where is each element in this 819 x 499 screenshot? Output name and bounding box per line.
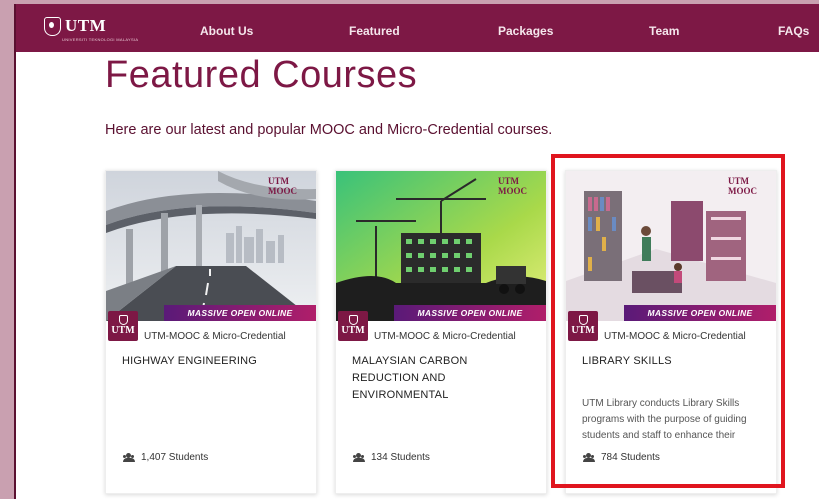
intro-text: Here are our latest and popular MOOC and… [105, 122, 553, 138]
student-count-label: 1,407 Students [141, 452, 209, 463]
utm-mooc-badge: UTM MOOC [498, 176, 527, 196]
utm-provider-logo: UTM [108, 311, 138, 341]
mooc-ribbon: MASSIVE OPEN ONLINE LEARNING [394, 305, 546, 321]
users-icon [352, 453, 366, 462]
course-title[interactable]: MALAYSIAN CARBON REDUCTION AND ENVIRONME… [352, 353, 537, 404]
course-provider: UTM-MOOC & Micro-Credential [144, 331, 286, 342]
student-count-label: 134 Students [371, 452, 430, 463]
page-title: Featured Courses [105, 54, 418, 96]
browser-viewport: UTM UNIVERSITI TEKNOLOGI MALAYSIA About … [14, 4, 819, 499]
construction-illustration: UTMMOOC MASSIVE OPEN ONLINE LEARNING [336, 171, 546, 321]
course-title[interactable]: HIGHWAY ENGINEERING [122, 353, 307, 370]
nav-packages[interactable]: Packages [498, 24, 553, 38]
utm-provider-logo: UTM [338, 311, 368, 341]
student-count: 1,407 Students [122, 452, 208, 463]
highway-illustration: UTMMOOC MASSIVE OPEN ONLINE LEARNING [106, 171, 316, 321]
users-icon [122, 453, 136, 462]
nav-team[interactable]: Team [649, 24, 679, 38]
utm-mooc-badge: UTM MOOC [268, 176, 297, 196]
student-count: 134 Students [352, 452, 430, 463]
nav-faqs[interactable]: FAQs [778, 24, 809, 38]
utm-logo[interactable]: UTM [44, 16, 106, 36]
nav-featured[interactable]: Featured [349, 24, 400, 38]
course-provider: UTM-MOOC & Micro-Credential [374, 331, 516, 342]
brand-name: UTM [65, 16, 107, 35]
course-card-malaysian-carbon-reduction[interactable]: UTMMOOC MASSIVE OPEN ONLINE LEARNING UTM… [335, 170, 547, 494]
course-card-highway-engineering[interactable]: UTMMOOC MASSIVE OPEN ONLINE LEARNING UTM… [105, 170, 317, 494]
brand-subtitle: UNIVERSITI TEKNOLOGI MALAYSIA [62, 37, 139, 42]
utm-crest-icon [44, 16, 61, 36]
selection-highlight-box [551, 154, 785, 488]
top-navbar: UTM UNIVERSITI TEKNOLOGI MALAYSIA About … [16, 4, 819, 52]
nav-about-us[interactable]: About Us [200, 24, 253, 38]
mooc-ribbon: MASSIVE OPEN ONLINE LEARNING [164, 305, 316, 321]
